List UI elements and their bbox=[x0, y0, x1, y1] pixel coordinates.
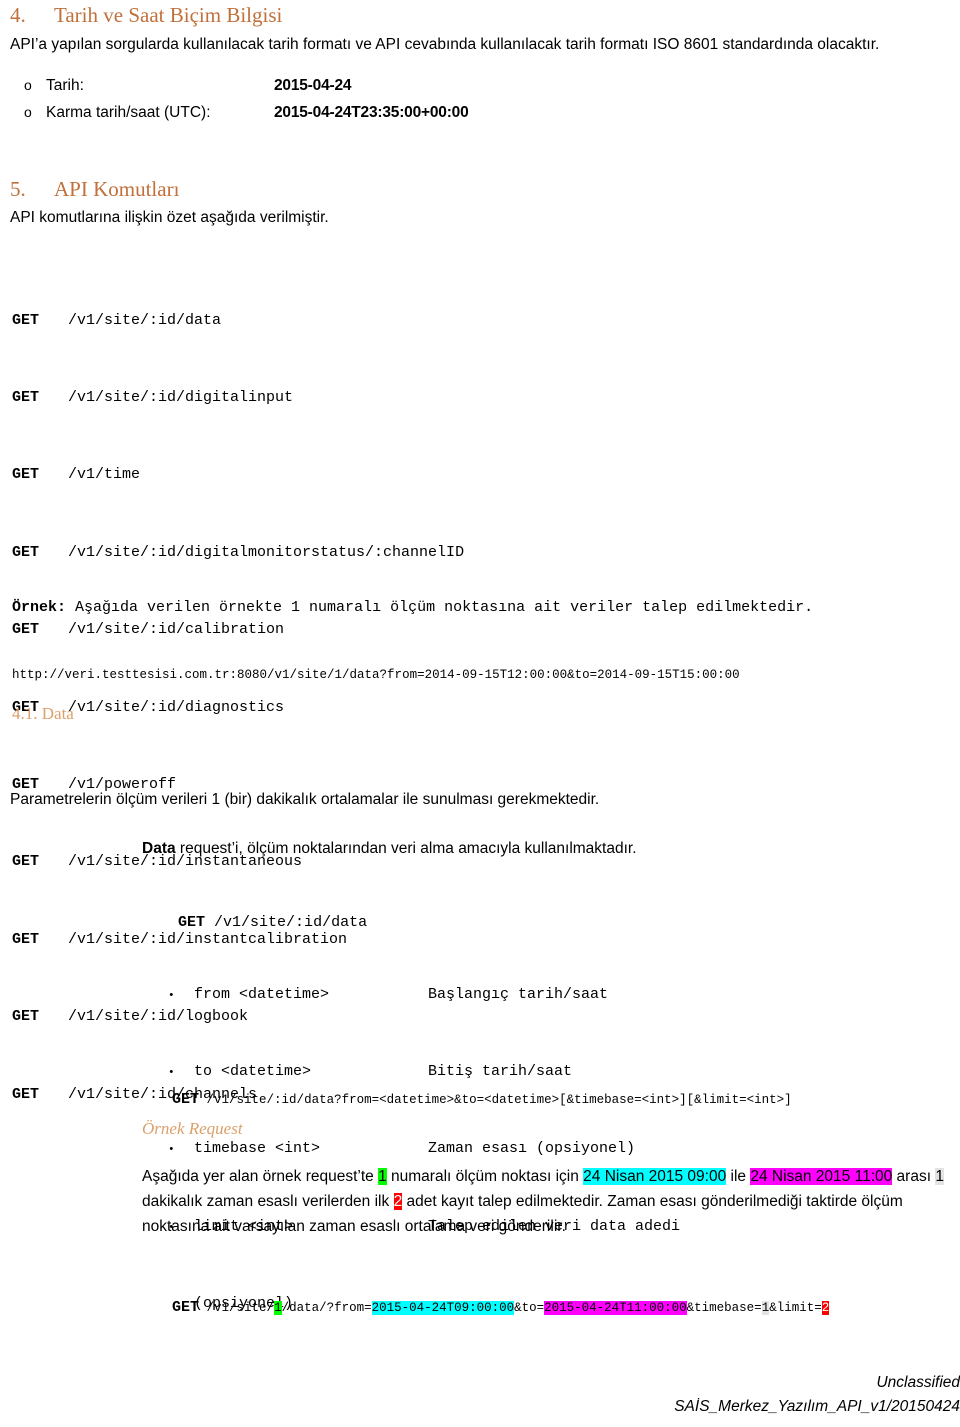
document-id-label: SAİS_Merkez_Yazılım_API_v1/20150424 bbox=[674, 1397, 960, 1415]
heading-5: 5. API Komutları bbox=[10, 176, 950, 202]
date-format-list: o Tarih: 2015-04-24 o Karma tarih/saat (… bbox=[10, 73, 950, 126]
http-verb: GET bbox=[12, 1008, 40, 1026]
example-url: http://veri.testtesisi.com.tr:8080/v1/si… bbox=[12, 668, 740, 682]
data-keyword: Data bbox=[142, 840, 176, 857]
example-request-line: GET /v1/site/1/data/?from=2015-04-24T09:… bbox=[142, 1276, 830, 1340]
list-item: o Karma tarih/saat (UTC): 2015-04-24T23:… bbox=[10, 100, 950, 127]
document-page: 4. Tarih ve Saat Biçim Bilgisi API’a yap… bbox=[0, 0, 960, 1427]
heading-4-title: Tarih ve Saat Biçim Bilgisi bbox=[54, 3, 283, 27]
paragraph-part-2: numaralı ölçüm noktası için bbox=[386, 1168, 584, 1185]
heading-example-request: Örnek Request bbox=[142, 1119, 243, 1138]
example-text: Aşağıda verilen örnekte 1 numaralı ölçüm… bbox=[66, 599, 814, 616]
highlight-from-datetime: 24 Nisan 2015 09:00 bbox=[583, 1168, 727, 1185]
parameter-name: timebase <int> bbox=[194, 1140, 321, 1158]
http-verb: GET bbox=[12, 1085, 40, 1103]
http-verb: GET bbox=[12, 466, 40, 484]
bullet-dot-icon: • bbox=[168, 1144, 175, 1157]
heading-5-title: API Komutları bbox=[54, 177, 180, 201]
page-footer: Unclassified SAİS_Merkez_Yazılım_API_v1/… bbox=[674, 1371, 960, 1419]
http-verb: GET bbox=[12, 311, 40, 329]
http-verb: GET bbox=[178, 913, 206, 931]
highlight-to-datetime: 2015-04-24T11:00:00 bbox=[544, 1301, 687, 1315]
parameter-description: Zaman esası (opsiyonel) bbox=[428, 1140, 636, 1158]
endpoint-row: GET /v1/site/:id/digitalmonitorstatus/:c… bbox=[12, 540, 940, 566]
heading-5-number: 5. bbox=[10, 177, 26, 201]
highlight-site-id: 1 bbox=[378, 1168, 387, 1185]
http-verb: GET bbox=[12, 543, 40, 561]
parameter-row: • from <datetime> Başlangıç tarih/saat bbox=[168, 982, 948, 1008]
highlight-from-datetime: 2015-04-24T09:00:00 bbox=[371, 1301, 515, 1315]
highlight-limit: 2 bbox=[821, 1301, 830, 1315]
example-note: Örnek: Aşağıda verilen örnekte 1 numaral… bbox=[12, 595, 912, 621]
paragraph-part-3: ile bbox=[726, 1168, 751, 1185]
paragraph-part-1: Aşağıda yer alan örnek request’te bbox=[142, 1168, 379, 1185]
http-verb: GET bbox=[172, 1091, 200, 1108]
endpoint-row: GET /v1/site/:id/data bbox=[12, 308, 940, 334]
bullet-circle-icon: o bbox=[24, 77, 32, 94]
classification-label: Unclassified bbox=[876, 1373, 960, 1391]
request-segment-5: &limit= bbox=[769, 1301, 822, 1315]
bullet-circle-icon: o bbox=[24, 104, 32, 121]
datetime-value: 2015-04-24T23:35:00+00:00 bbox=[274, 104, 469, 122]
datetime-label: Karma tarih/saat (UTC): bbox=[46, 104, 211, 122]
endpoint-path: /v1/time bbox=[68, 466, 141, 484]
request-segment-4: &timebase= bbox=[686, 1301, 762, 1315]
data-section-note: Parametrelerin ölçüm verileri 1 (bir) da… bbox=[10, 791, 600, 808]
http-verb: GET bbox=[12, 853, 40, 871]
request-segment-3: &to= bbox=[514, 1301, 545, 1315]
http-verb: GET bbox=[12, 930, 40, 948]
highlight-limit: 2 bbox=[393, 1193, 403, 1211]
list-item: o Tarih: 2015-04-24 bbox=[10, 73, 950, 100]
request-segment-2: /data/?from= bbox=[281, 1301, 372, 1315]
endpoint-path: /v1/site/:id/digitalmonitorstatus/:chann… bbox=[68, 543, 465, 561]
endpoint-path: /v1/site/:id/diagnostics bbox=[68, 698, 285, 716]
heading-4-1-data: 4.1. Data bbox=[12, 704, 74, 723]
date-format-intro: API’a yapılan sorgularda kullanılacak ta… bbox=[10, 36, 880, 54]
http-verb: GET bbox=[12, 621, 40, 639]
parameter-row: • timebase <int> Zaman esası (opsiyonel) bbox=[168, 1136, 948, 1162]
endpoint-row: GET /v1/site/:id/digitalinput bbox=[12, 385, 940, 411]
endpoint-path: /v1/site/:id/digitalinput bbox=[68, 388, 294, 406]
highlight-timebase: 1 bbox=[935, 1168, 944, 1185]
date-label: Tarih: bbox=[46, 77, 84, 95]
http-verb: GET bbox=[172, 1299, 200, 1316]
http-verb: GET bbox=[12, 388, 40, 406]
data-description-rest: request’i, ölçüm noktalarından veri alma… bbox=[175, 840, 637, 857]
section-date-format: 4. Tarih ve Saat Biçim Bilgisi API’a yap… bbox=[10, 2, 950, 127]
api-commands-intro: API komutlarına ilişkin özet aşağıda ver… bbox=[10, 209, 329, 227]
example-label: Örnek: bbox=[12, 599, 67, 616]
highlight-site-id: 1 bbox=[274, 1301, 282, 1315]
data-section-description: Data request’i, ölçüm noktalarından veri… bbox=[142, 836, 932, 861]
highlight-to-datetime: 24 Nisan 2015 11:00 bbox=[750, 1168, 893, 1185]
endpoint-row: GET /v1/site/:id/diagnostics bbox=[12, 695, 940, 721]
endpoint-path: /v1/site/:id/data bbox=[68, 311, 222, 329]
endpoint-path: /v1/site/:id/calibration bbox=[68, 621, 285, 639]
paragraph-part-4: arası bbox=[892, 1168, 936, 1185]
parameter-name: from <datetime> bbox=[194, 985, 330, 1003]
date-value: 2015-04-24 bbox=[274, 77, 352, 95]
paragraph-part-5: dakikalık zaman esaslı verilerden ilk bbox=[142, 1193, 394, 1211]
endpoint-row: GET /v1/time bbox=[12, 462, 940, 488]
heading-4: 4. Tarih ve Saat Biçim Bilgisi bbox=[10, 2, 950, 28]
bullet-dot-icon: • bbox=[168, 989, 175, 1002]
endpoint-path: /v1/site/:id/data bbox=[214, 913, 368, 931]
parameter-description: Başlangıç tarih/saat bbox=[428, 985, 609, 1003]
heading-4-number: 4. bbox=[10, 3, 26, 27]
endpoint-row: GET /v1/site/:id/calibration bbox=[12, 617, 940, 643]
section-api-commands: 5. API Komutları API komutlarına ilişkin… bbox=[10, 176, 950, 230]
request-segment-1: /v1/site/ bbox=[206, 1301, 275, 1315]
example-request-paragraph: Aşağıda yer alan örnek request’te 1 numa… bbox=[142, 1164, 947, 1239]
syntax-path: /v1/site/:id/data?from=<datetime>&to=<da… bbox=[206, 1093, 792, 1107]
